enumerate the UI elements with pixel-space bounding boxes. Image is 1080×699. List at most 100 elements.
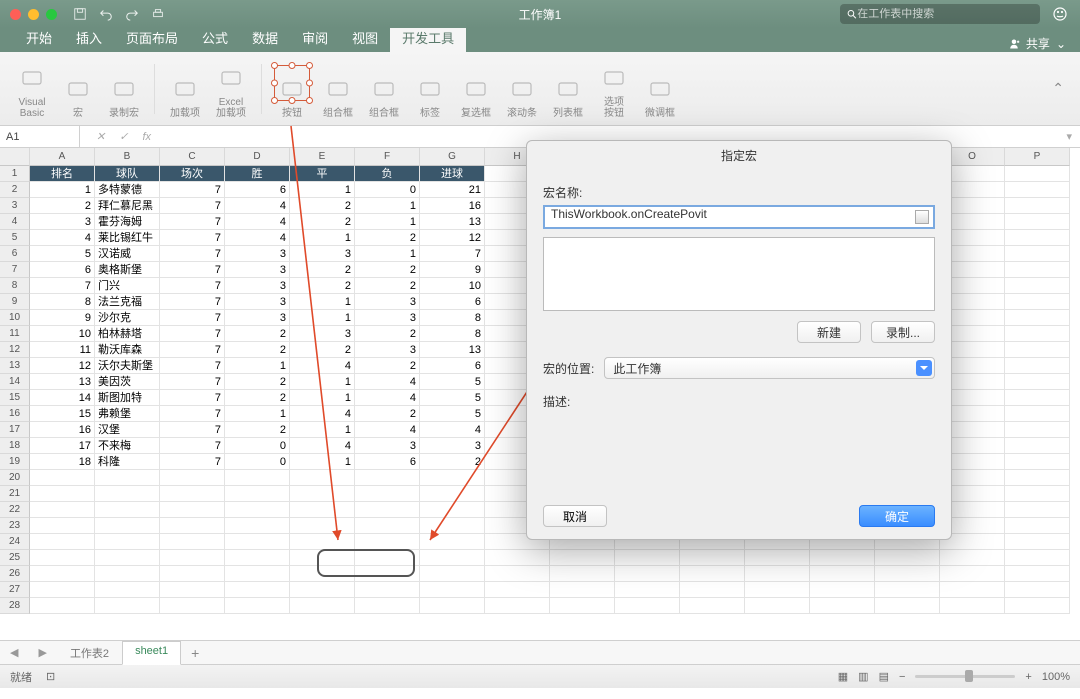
cell[interactable]: 4 bbox=[30, 230, 95, 246]
row-header-20[interactable]: 20 bbox=[0, 470, 30, 486]
ok-button[interactable]: 确定 bbox=[859, 505, 935, 527]
cell[interactable]: 7 bbox=[160, 230, 225, 246]
redo-icon[interactable] bbox=[125, 7, 139, 21]
cell[interactable]: 4 bbox=[355, 390, 420, 406]
cell[interactable] bbox=[290, 566, 355, 582]
cell[interactable] bbox=[95, 566, 160, 582]
minimize-window-button[interactable] bbox=[28, 9, 39, 20]
record-macro-button[interactable]: 录制... bbox=[871, 321, 935, 343]
cell[interactable]: 多特蒙德 bbox=[95, 182, 160, 198]
cell[interactable]: 1 bbox=[355, 198, 420, 214]
cell[interactable] bbox=[30, 550, 95, 566]
cell[interactable] bbox=[225, 502, 290, 518]
cell[interactable] bbox=[420, 502, 485, 518]
cell[interactable]: 7 bbox=[160, 198, 225, 214]
row-header-5[interactable]: 5 bbox=[0, 230, 30, 246]
cell[interactable] bbox=[1005, 214, 1070, 230]
cell[interactable] bbox=[420, 598, 485, 614]
row-header-24[interactable]: 24 bbox=[0, 534, 30, 550]
cell[interactable] bbox=[1005, 598, 1070, 614]
select-all-corner[interactable] bbox=[0, 148, 30, 166]
row-header-25[interactable]: 25 bbox=[0, 550, 30, 566]
cell[interactable]: 7 bbox=[160, 182, 225, 198]
cell[interactable]: 霍芬海姆 bbox=[95, 214, 160, 230]
cell[interactable] bbox=[1005, 230, 1070, 246]
cell[interactable] bbox=[550, 598, 615, 614]
cell[interactable]: 3 bbox=[290, 246, 355, 262]
cell[interactable]: 4 bbox=[355, 374, 420, 390]
cell[interactable]: 7 bbox=[160, 438, 225, 454]
cell[interactable] bbox=[30, 470, 95, 486]
cell[interactable] bbox=[485, 598, 550, 614]
tab-2[interactable]: 页面布局 bbox=[114, 24, 190, 52]
row-header-1[interactable]: 1 bbox=[0, 166, 30, 182]
cell[interactable]: 1 bbox=[30, 182, 95, 198]
cell[interactable] bbox=[1005, 438, 1070, 454]
cell[interactable]: 不来梅 bbox=[95, 438, 160, 454]
cell[interactable] bbox=[1005, 486, 1070, 502]
cell[interactable] bbox=[290, 486, 355, 502]
cell[interactable]: 7 bbox=[160, 422, 225, 438]
cell[interactable] bbox=[95, 518, 160, 534]
cell[interactable]: 3 bbox=[225, 246, 290, 262]
cell[interactable]: 2 bbox=[30, 198, 95, 214]
expand-formula-bar[interactable]: ▾ bbox=[1058, 130, 1080, 143]
cell[interactable]: 柏林赫塔 bbox=[95, 326, 160, 342]
cell[interactable] bbox=[225, 470, 290, 486]
cell[interactable]: 3 bbox=[30, 214, 95, 230]
cell[interactable]: 11 bbox=[30, 342, 95, 358]
col-header-F[interactable]: F bbox=[355, 148, 420, 166]
cell[interactable]: 6 bbox=[355, 454, 420, 470]
cell[interactable] bbox=[225, 534, 290, 550]
cell[interactable] bbox=[30, 534, 95, 550]
row-header-18[interactable]: 18 bbox=[0, 438, 30, 454]
ribbon-VisualBasic[interactable]: Visual Basic bbox=[10, 59, 54, 119]
cell[interactable] bbox=[355, 582, 420, 598]
sheet-nav-prev[interactable]: ◀ bbox=[0, 646, 28, 659]
tab-1[interactable]: 插入 bbox=[64, 24, 114, 52]
row-header-21[interactable]: 21 bbox=[0, 486, 30, 502]
cell[interactable] bbox=[420, 486, 485, 502]
cell[interactable] bbox=[1005, 582, 1070, 598]
sheet-tab-工作表2[interactable]: 工作表2 bbox=[57, 641, 122, 665]
cell[interactable] bbox=[95, 582, 160, 598]
cell[interactable] bbox=[420, 550, 485, 566]
cell[interactable] bbox=[420, 470, 485, 486]
cell[interactable] bbox=[30, 566, 95, 582]
cell[interactable]: 1 bbox=[290, 310, 355, 326]
cell[interactable]: 18 bbox=[30, 454, 95, 470]
cell[interactable] bbox=[1005, 358, 1070, 374]
cell[interactable]: 平 bbox=[290, 166, 355, 182]
cell[interactable] bbox=[1005, 374, 1070, 390]
macro-name-input[interactable]: ThisWorkbook.onCreatePovit bbox=[543, 205, 935, 229]
cell[interactable]: 13 bbox=[420, 214, 485, 230]
cell[interactable]: 4 bbox=[225, 230, 290, 246]
cell[interactable] bbox=[1005, 502, 1070, 518]
undo-icon[interactable] bbox=[99, 7, 113, 21]
ribbon-按钮[interactable]: 按钮 bbox=[270, 59, 314, 119]
cell[interactable] bbox=[810, 582, 875, 598]
row-header-14[interactable]: 14 bbox=[0, 374, 30, 390]
cell[interactable] bbox=[1005, 326, 1070, 342]
ribbon-组合框[interactable]: 组合框 bbox=[316, 59, 360, 119]
col-header-C[interactable]: C bbox=[160, 148, 225, 166]
cell[interactable]: 5 bbox=[30, 246, 95, 262]
close-window-button[interactable] bbox=[10, 9, 21, 20]
col-header-P[interactable]: P bbox=[1005, 148, 1070, 166]
cell[interactable] bbox=[745, 566, 810, 582]
ribbon-微调框[interactable]: 微调框 bbox=[638, 59, 682, 119]
cell[interactable] bbox=[420, 582, 485, 598]
cell[interactable] bbox=[810, 550, 875, 566]
cell[interactable]: 2 bbox=[290, 262, 355, 278]
add-sheet-button[interactable]: + bbox=[181, 645, 209, 661]
sheet-nav-next[interactable]: ▶ bbox=[28, 646, 56, 659]
save-icon[interactable] bbox=[73, 7, 87, 21]
cell[interactable]: 2 bbox=[225, 326, 290, 342]
cell[interactable]: 1 bbox=[290, 374, 355, 390]
search-input[interactable] bbox=[857, 8, 1034, 20]
cell[interactable] bbox=[160, 470, 225, 486]
cell[interactable]: 7 bbox=[160, 262, 225, 278]
cell[interactable]: 12 bbox=[420, 230, 485, 246]
ribbon-Excel加载项[interactable]: Excel 加载项 bbox=[209, 59, 253, 119]
cell[interactable] bbox=[615, 550, 680, 566]
